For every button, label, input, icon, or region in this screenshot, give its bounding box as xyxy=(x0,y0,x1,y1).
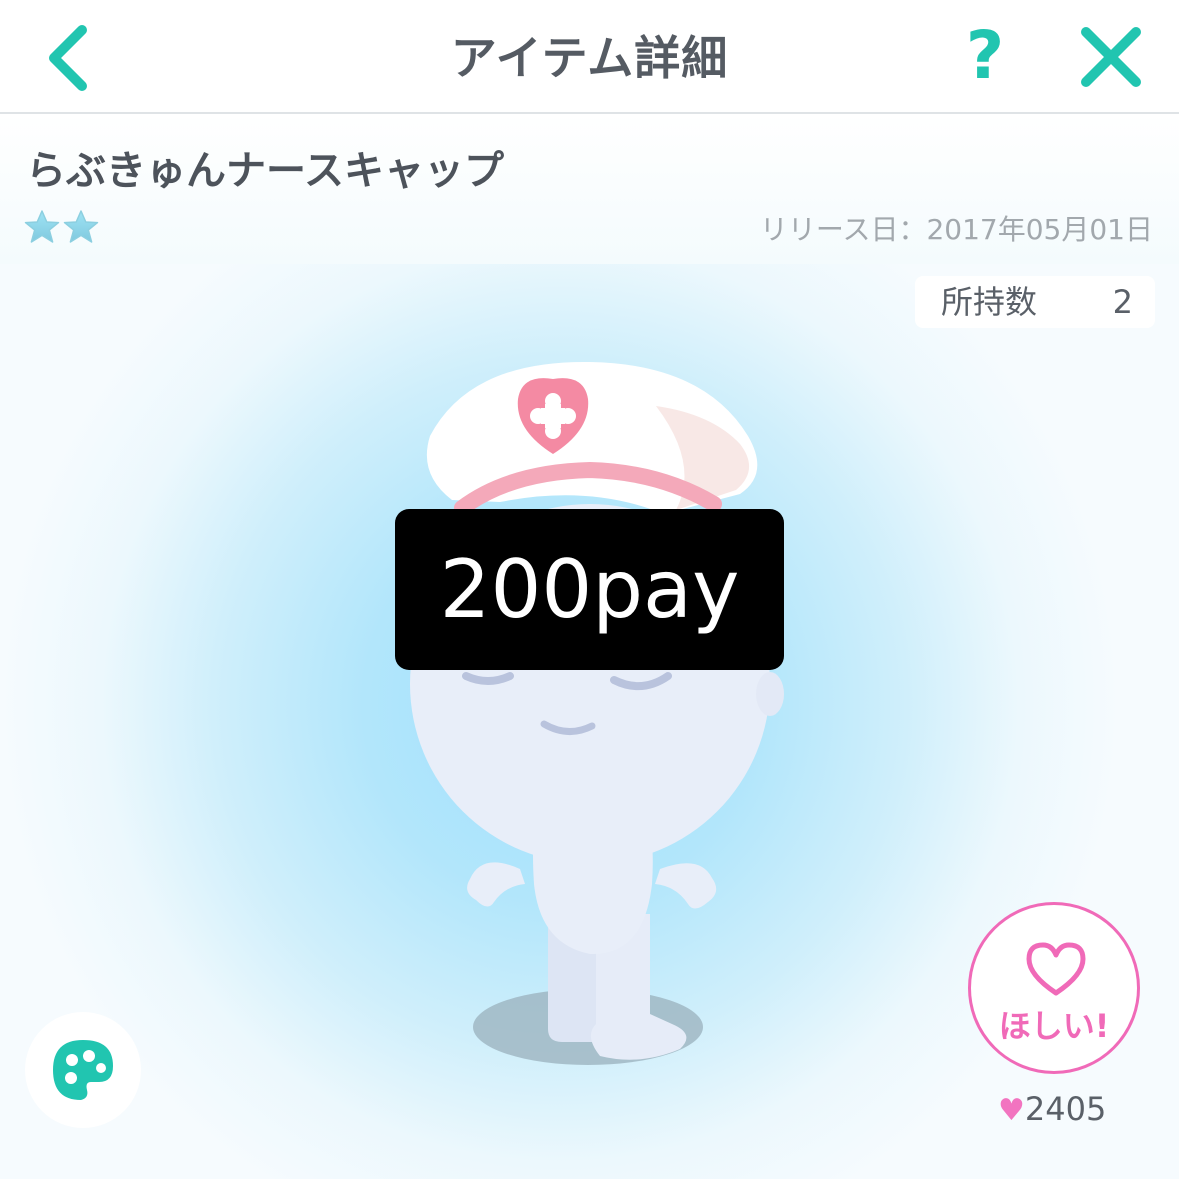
like-count: ♥2405 xyxy=(998,1090,1106,1128)
palette-button[interactable] xyxy=(25,1012,141,1128)
want-label: ほしい! xyxy=(998,1007,1110,1045)
heart-icon: ♥ xyxy=(998,1093,1025,1128)
star-icon xyxy=(24,210,60,243)
close-button[interactable] xyxy=(1078,24,1144,90)
item-info: らぶきゅんナースキャップ リリース日：2017年05月01日 xyxy=(0,114,1179,264)
close-icon xyxy=(1081,27,1141,87)
heart-outline-icon xyxy=(1026,942,1086,996)
palette-icon xyxy=(53,1040,113,1100)
help-button[interactable]: ? xyxy=(955,18,1015,94)
star-icon xyxy=(63,210,99,243)
release-date: リリース日：2017年05月01日 xyxy=(759,213,1153,246)
question-icon: ? xyxy=(965,17,1005,94)
item-name: らぶきゅんナースキャップ xyxy=(26,148,504,194)
rarity-stars xyxy=(24,210,99,246)
price-badge: 200pay xyxy=(395,509,784,670)
like-count-value: 2405 xyxy=(1024,1090,1107,1128)
header-bar: アイテム詳細 ? xyxy=(0,0,1179,114)
want-button[interactable]: ほしい! xyxy=(968,902,1140,1074)
avatar-stage: 所持数 2 200pay ほしい! ♥2405 xyxy=(0,264,1179,1179)
